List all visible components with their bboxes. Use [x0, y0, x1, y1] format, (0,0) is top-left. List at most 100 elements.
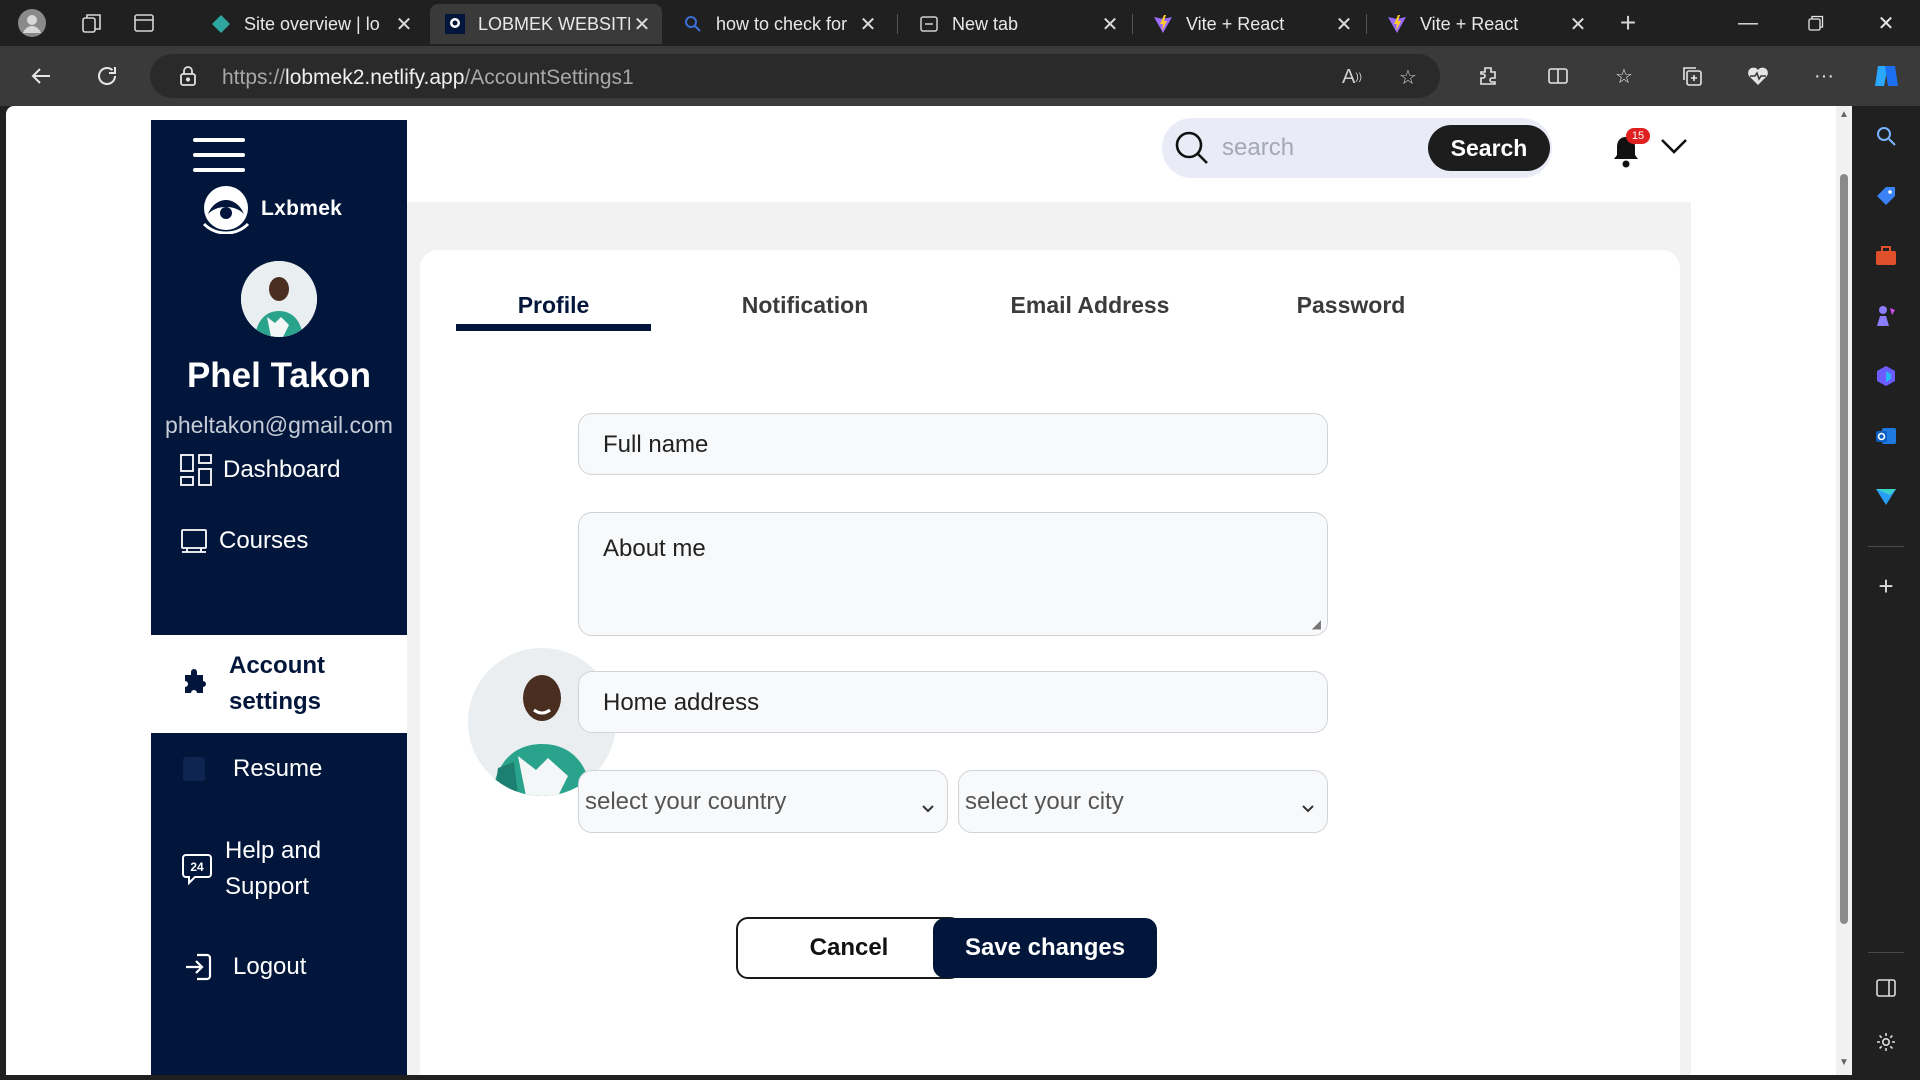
search-button[interactable]: Search	[1428, 125, 1550, 171]
settings-gear-icon[interactable]	[1870, 1026, 1902, 1058]
search-favicon	[682, 13, 704, 35]
sidebar-item-label: Resume	[233, 755, 323, 782]
about-me-textarea[interactable]: About me ◢	[578, 512, 1328, 636]
tab-title: Site overview | lo	[244, 13, 380, 34]
save-changes-button[interactable]: Save changes	[933, 918, 1157, 978]
tab-title: how to check for	[716, 13, 848, 34]
close-tab-icon[interactable]: ✕	[630, 12, 654, 36]
close-tab-icon[interactable]: ✕	[392, 12, 416, 36]
sidebar-item-label: Help and Support	[225, 837, 322, 900]
chevron-down-icon[interactable]	[1659, 136, 1689, 161]
tab-email-address[interactable]: Email Address	[980, 292, 1200, 319]
sidebar-item-dashboard[interactable]: Dashboard	[151, 420, 407, 520]
brand-logo[interactable]: Lxbmek	[199, 184, 342, 234]
home-address-placeholder: Home address	[603, 689, 760, 716]
close-tab-icon[interactable]: ✕	[856, 12, 880, 36]
split-screen-icon[interactable]	[1542, 60, 1574, 92]
browser-tab-search[interactable]: how to check for ✕	[668, 4, 888, 44]
new-tab-plus-icon[interactable]: +	[1612, 7, 1644, 39]
close-tab-icon[interactable]: ✕	[1098, 12, 1122, 36]
tab-title: Vite + React	[1186, 13, 1285, 34]
send-drop-icon[interactable]	[1870, 480, 1902, 512]
search-input[interactable]: search	[1222, 134, 1294, 162]
chevron-down-icon	[1301, 793, 1315, 821]
tab-password[interactable]: Password	[1276, 292, 1426, 319]
read-aloud-icon[interactable]: A))	[1338, 63, 1366, 91]
tab-title: Vite + React	[1420, 13, 1519, 34]
account-settings-card: Profile Notification Email Address Passw…	[420, 250, 1680, 1075]
minimize-icon[interactable]: —	[1718, 0, 1778, 46]
favorite-star-icon[interactable]: ☆	[1394, 63, 1422, 91]
resize-handle-icon[interactable]: ◢	[1312, 617, 1321, 631]
refresh-icon[interactable]	[90, 59, 124, 93]
sidebar-item-help-support[interactable]: 24 Help and Support	[151, 824, 407, 914]
address-bar[interactable]: https://lobmek2.netlify.app/AccountSetti…	[150, 54, 1440, 98]
scrollbar-thumb[interactable]	[1840, 174, 1848, 924]
notification-bell[interactable]: 15	[1610, 128, 1650, 168]
scroll-up-icon[interactable]: ▲	[1839, 110, 1849, 120]
shopping-tag-icon[interactable]	[1870, 180, 1902, 212]
copilot-icon[interactable]	[1870, 60, 1902, 92]
sidebar-item-courses[interactable]: Courses	[151, 506, 407, 576]
restore-icon[interactable]	[1786, 0, 1846, 46]
browser-tab-bar: Site overview | lo ✕ LOBMEK WEBSITE ✕ ho…	[0, 0, 1920, 46]
city-select[interactable]: select your city	[958, 770, 1328, 833]
browser-tab-vite-1[interactable]: Vite + React ✕	[1138, 4, 1364, 44]
browser-tab-new-tab[interactable]: New tab ✕	[904, 4, 1130, 44]
extensions-icon[interactable]	[1472, 60, 1504, 92]
tab-actions-icon[interactable]	[128, 7, 160, 39]
lock-icon[interactable]	[178, 65, 198, 92]
outlook-icon[interactable]	[1870, 420, 1902, 452]
close-window-icon[interactable]: ✕	[1856, 0, 1916, 46]
chevron-down-icon	[921, 793, 935, 821]
browser-tab-lobmek[interactable]: LOBMEK WEBSITE ✕	[430, 4, 662, 44]
browser-essentials-icon[interactable]	[1742, 60, 1774, 92]
app-sidebar: Lxbmek Phel Takon pheltakon@gmail.com Da…	[151, 120, 407, 1075]
favorites-icon[interactable]: ☆	[1608, 60, 1640, 92]
cancel-button[interactable]: Cancel	[736, 917, 962, 979]
more-menu-icon[interactable]: ···	[1808, 60, 1840, 92]
resume-icon	[179, 754, 209, 784]
url-text[interactable]: https://lobmek2.netlify.app/AccountSetti…	[222, 66, 634, 90]
sidebar-item-label: Dashboard	[223, 456, 341, 483]
games-icon[interactable]	[1870, 300, 1902, 332]
profile-icon[interactable]	[16, 7, 48, 39]
search-bar: search Search	[1162, 118, 1552, 178]
notification-count-badge: 15	[1626, 128, 1650, 144]
hamburger-menu-icon[interactable]	[193, 138, 245, 172]
search-icon[interactable]	[1172, 128, 1212, 173]
country-select[interactable]: select your country	[578, 770, 948, 833]
scroll-down-icon[interactable]: ▼	[1839, 1058, 1849, 1068]
workspaces-icon[interactable]	[76, 7, 108, 39]
sidebar-item-account-settings[interactable]: Account settings	[151, 635, 407, 733]
tab-title: New tab	[952, 13, 1019, 34]
copilot-app-icon[interactable]	[1870, 360, 1902, 392]
vite-favicon	[1152, 13, 1174, 35]
page-scrollbar[interactable]: ▲ ▼	[1836, 106, 1852, 1075]
browser-tab-vite-2[interactable]: Vite + React ✕	[1372, 4, 1598, 44]
tab-profile[interactable]: Profile	[456, 292, 651, 319]
edge-sidebar: +	[1852, 106, 1920, 1080]
sidebar-item-logout[interactable]: Logout	[151, 932, 407, 1002]
dashboard-icon	[179, 453, 213, 487]
new-tab-favicon	[918, 13, 940, 35]
puzzle-icon	[181, 669, 211, 699]
add-sidebar-app-icon[interactable]: +	[1870, 570, 1902, 602]
svg-text:24: 24	[190, 860, 204, 874]
collections-icon[interactable]	[1676, 60, 1708, 92]
hide-sidebar-icon[interactable]	[1870, 972, 1902, 1004]
back-icon[interactable]	[24, 59, 58, 93]
tab-notification[interactable]: Notification	[720, 292, 890, 319]
full-name-field[interactable]: Full name	[578, 413, 1328, 475]
browser-tab-site-overview[interactable]: Site overview | lo ✕	[196, 4, 424, 44]
avatar[interactable]	[241, 261, 317, 337]
logout-icon	[183, 952, 213, 982]
sidebar-item-resume[interactable]: Resume	[151, 732, 407, 806]
home-address-field[interactable]: Home address	[578, 671, 1328, 733]
search-icon[interactable]	[1870, 120, 1902, 152]
close-tab-icon[interactable]: ✕	[1332, 12, 1356, 36]
close-tab-icon[interactable]: ✕	[1566, 12, 1590, 36]
user-name: Phel Takon	[186, 356, 372, 395]
city-select-value: select your city	[965, 788, 1124, 815]
tools-briefcase-icon[interactable]	[1870, 240, 1902, 272]
